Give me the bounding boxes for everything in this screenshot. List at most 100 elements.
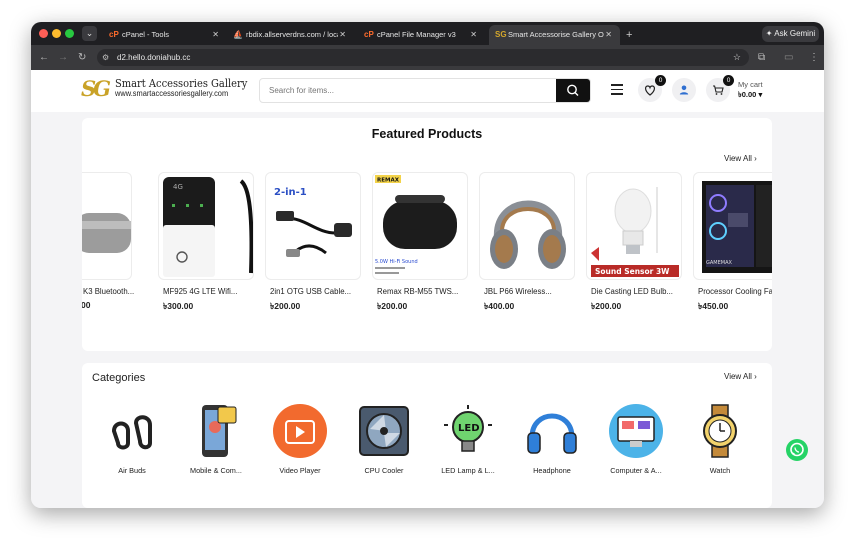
cart-amount[interactable]: ৳0.00 ▾ — [738, 90, 762, 100]
product-card[interactable]: 2-in-1 2in1 OTG USB Cable... ৳200.00 — [265, 172, 361, 322]
categories-view-all-link[interactable]: View All › — [724, 372, 757, 381]
tab-title: Smart Accessorise Gallery On — [508, 30, 604, 39]
headphone-icon — [527, 413, 577, 454]
router-brand-text: 4G — [173, 183, 183, 191]
search-button[interactable] — [556, 79, 590, 102]
search-input[interactable] — [260, 79, 557, 102]
led-text: LED — [458, 423, 480, 434]
otg-badge-text: 2-in-1 — [274, 187, 307, 198]
new-tab-button[interactable]: + — [626, 25, 632, 45]
tab-cpanel-tools[interactable]: cP cPanel - Tools ✕ — [103, 25, 227, 45]
featured-products-section: Featured Products View All › K3 Bluetoot… — [82, 118, 772, 351]
product-name[interactable]: 2in1 OTG USB Cable... — [270, 287, 362, 296]
logo-mark[interactable]: SG — [81, 78, 111, 100]
product-name[interactable]: Remax RB-M55 TWS... — [377, 287, 469, 296]
search-icon — [567, 84, 579, 96]
remax-brand-text: REMAX — [377, 178, 400, 184]
whatsapp-chat-button[interactable] — [786, 439, 808, 461]
caret-down-icon: ▾ — [758, 90, 763, 99]
category-led-lamp[interactable]: LED LED Lamp & L... — [426, 403, 510, 483]
product-card[interactable]: K3 Bluetooth... 00 — [82, 172, 134, 322]
search-bar — [259, 78, 591, 103]
product-price: ৳300.00 — [163, 301, 194, 311]
category-computer[interactable]: Computer & A... — [594, 403, 678, 483]
ask-gemini-button[interactable]: ✦ Ask Gemini — [762, 26, 819, 42]
tab-smart-accessories[interactable]: SG Smart Accessorise Gallery On ✕ — [489, 25, 620, 45]
product-image[interactable]: 4G — [158, 172, 254, 280]
user-icon — [679, 85, 689, 95]
category-label: Computer & A... — [610, 466, 662, 475]
category-label: Air Buds — [118, 466, 146, 475]
tab-phpmyadmin[interactable]: ⛵ rbdix.allserverdns.com / local ✕ — [227, 25, 354, 45]
tab-search-button[interactable]: ⌄ — [82, 26, 97, 41]
url-text: d2.hello.doniahub.cc — [117, 53, 191, 62]
product-price: ৳450.00 — [698, 301, 729, 311]
category-video-player[interactable]: Video Player — [258, 403, 342, 483]
product-image[interactable]: REMAX 5.0W Hi-Fi Sound — [372, 172, 468, 280]
product-name[interactable]: JBL P66 Wireless... — [484, 287, 576, 296]
led-bulb-image: Sound Sensor 3W — [591, 187, 679, 277]
tab-file-manager[interactable]: cP cPanel File Manager v3 ✕ — [358, 25, 485, 45]
category-air-buds[interactable]: Air Buds — [90, 403, 174, 483]
product-card[interactable]: JBL P66 Wireless... ৳400.00 — [479, 172, 575, 322]
close-tab-icon[interactable]: ✕ — [339, 25, 346, 45]
extensions-icon[interactable]: ⧉ — [758, 45, 765, 70]
close-tab-icon[interactable]: ✕ — [470, 25, 477, 45]
product-name[interactable]: Processor Cooling Fa — [698, 287, 772, 296]
category-cpu-cooler[interactable]: CPU Cooler — [342, 403, 426, 483]
categories-title: Categories — [92, 372, 146, 384]
category-watch[interactable]: Watch — [678, 403, 762, 483]
browser-menu-icon[interactable]: ⋮ — [809, 45, 819, 70]
chevron-right-icon: › — [754, 154, 757, 163]
logo-url: www.smartaccessoriesgallery.com — [115, 89, 229, 98]
remax-speaker-image: REMAX 5.0W Hi-Fi Sound — [375, 175, 457, 274]
otg-cable-image: 2-in-1 — [274, 187, 352, 257]
product-image[interactable] — [82, 172, 132, 280]
product-card[interactable]: 4G MF925 4G LTE Wifi... ৳300.00 — [158, 172, 254, 322]
minimize-window-button[interactable] — [52, 29, 61, 38]
featured-view-all-link[interactable]: View All › — [724, 154, 757, 163]
close-window-button[interactable] — [39, 29, 48, 38]
forward-icon[interactable]: → — [58, 45, 68, 70]
chevron-right-icon: › — [754, 372, 757, 381]
watch-icon — [703, 404, 737, 458]
bookmark-star-icon[interactable]: ☆ — [733, 49, 741, 66]
wishlist-count-badge: 0 — [655, 75, 666, 86]
product-image[interactable]: 2-in-1 — [265, 172, 361, 280]
reload-icon[interactable]: ↻ — [78, 45, 86, 70]
cart-label: My cart — [738, 80, 763, 89]
product-image[interactable]: GAMEMAX — [693, 172, 772, 280]
close-tab-icon[interactable]: ✕ — [212, 25, 219, 45]
site-settings-icon[interactable]: ⚙ — [102, 49, 109, 66]
product-image[interactable]: Sound Sensor 3W — [586, 172, 682, 280]
view-all-label: View All — [724, 154, 752, 163]
site-header: SG Smart Accessories Gallery www.smartac… — [31, 70, 824, 112]
remax-caption-text: 5.0W Hi-Fi Sound — [375, 259, 418, 265]
product-card[interactable]: GAMEMAX Processor Cooling Fa ৳450.00 — [693, 172, 772, 322]
menu-hamburger-icon[interactable] — [611, 84, 623, 95]
category-mobile[interactable]: Mobile & Com... — [174, 403, 258, 483]
account-button[interactable] — [672, 78, 696, 102]
led-lamp-icon: LED — [444, 405, 492, 452]
product-name[interactable]: MF925 4G LTE Wifi... — [163, 287, 255, 296]
sg-logo-icon: SG — [495, 30, 507, 39]
product-card[interactable]: Sound Sensor 3W Die Casting LED Bulb... … — [586, 172, 682, 322]
close-tab-icon[interactable]: ✕ — [605, 25, 612, 45]
headphones-image — [490, 200, 566, 269]
product-name[interactable]: Die Casting LED Bulb... — [591, 287, 683, 296]
router-image: 4G — [163, 177, 253, 277]
category-label: Watch — [709, 466, 731, 475]
address-bar: ← → ↻ ⚙ d2.hello.doniahub.cc ☆ ⧉ ▭ ⋮ — [31, 45, 824, 70]
website: SG Smart Accessories Gallery www.smartac… — [31, 70, 824, 508]
product-card[interactable]: REMAX 5.0W Hi-Fi Sound Remax RB-M55 TWS.… — [372, 172, 468, 322]
tab-title: cPanel File Manager v3 — [377, 30, 456, 39]
maximize-window-button[interactable] — [65, 29, 74, 38]
tab-title: cPanel - Tools — [122, 30, 169, 39]
product-image[interactable] — [479, 172, 575, 280]
url-field[interactable]: ⚙ d2.hello.doniahub.cc ☆ — [97, 49, 749, 66]
mobile-icon — [202, 405, 237, 457]
back-icon[interactable]: ← — [39, 45, 49, 70]
category-headphone[interactable]: Headphone — [510, 403, 594, 483]
phpmyadmin-icon: ⛵ — [233, 30, 243, 39]
profile-icon[interactable]: ▭ — [784, 45, 793, 70]
